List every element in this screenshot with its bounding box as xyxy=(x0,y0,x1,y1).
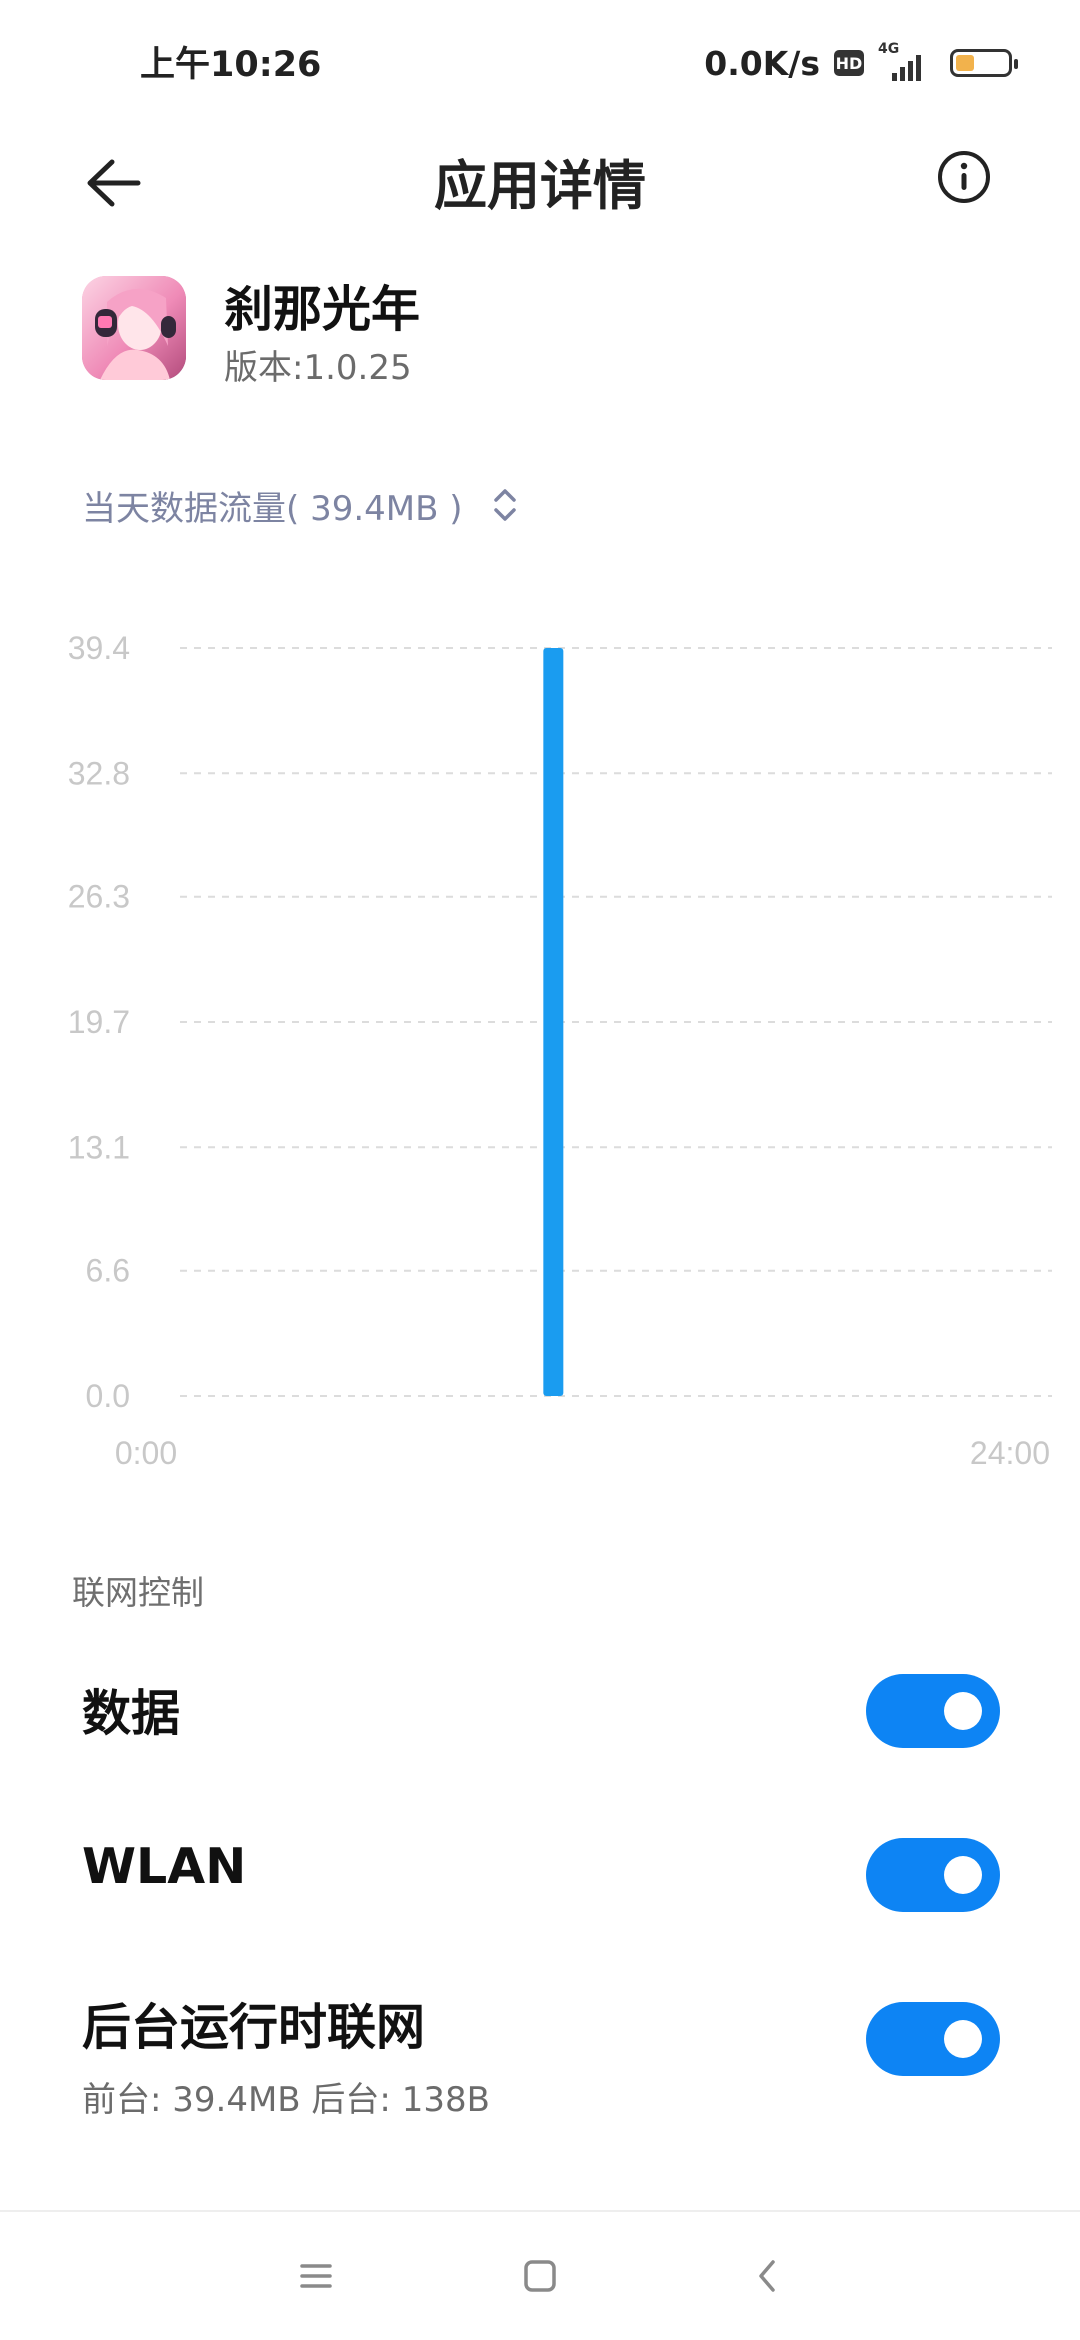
y-tick-label: 0.0 xyxy=(86,1378,130,1414)
app-avatar-artwork xyxy=(82,276,186,380)
navigation-bar xyxy=(0,2212,1080,2340)
network-row-background-label: 后台运行时联网 xyxy=(82,1999,426,2056)
system-back-button[interactable] xyxy=(742,2250,794,2302)
usage-label: 当天数据流量( 39.4MB ) xyxy=(82,488,463,529)
y-tick-label: 19.7 xyxy=(68,1004,130,1040)
hd-badge: HD xyxy=(834,50,864,76)
background-network-toggle[interactable] xyxy=(866,2002,1000,2076)
signal-bars-icon xyxy=(892,55,921,81)
home-button[interactable] xyxy=(514,2250,566,2302)
x-tick-label: 0:00 xyxy=(115,1435,177,1471)
back-icon xyxy=(759,2260,775,2292)
x-tick-label: 24:00 xyxy=(970,1435,1050,1471)
page-title: 应用详情 xyxy=(434,156,646,217)
menu-button[interactable] xyxy=(290,2250,342,2302)
data-usage-chart: 39.4 32.8 26.3 19.7 13.1 6.6 0.0 0:00 24:00 xyxy=(0,600,1080,1520)
network-row-wlan[interactable]: WLAN xyxy=(82,1838,1000,1948)
wlan-toggle[interactable] xyxy=(866,1838,1000,1912)
toggle-knob xyxy=(944,2020,982,2058)
toggle-knob xyxy=(944,1856,982,1894)
home-icon xyxy=(524,2260,556,2292)
network-row-data-label: 数据 xyxy=(82,1685,181,1742)
app-name: 刹那光年 xyxy=(224,281,421,338)
chevron-up-down-icon xyxy=(493,489,516,521)
background-usage-summary: 前台: 39.4MB 后台: 138B xyxy=(82,2080,490,2120)
network-control-title: 联网控制 xyxy=(72,1573,204,1612)
cellular-signal-icon: 4G xyxy=(878,41,936,83)
info-circle-icon xyxy=(938,151,990,203)
menu-icon xyxy=(300,2264,332,2288)
usage-period-selector[interactable]: 当天数据流量( 39.4MB ) xyxy=(82,480,519,530)
toggle-knob xyxy=(944,1692,982,1730)
info-button[interactable] xyxy=(936,149,992,205)
y-tick-label: 32.8 xyxy=(68,755,130,791)
header: 应用详情 xyxy=(0,124,1080,244)
network-row-data[interactable]: 数据 xyxy=(82,1674,1000,1784)
status-time: 上午10:26 xyxy=(140,45,322,85)
battery-icon xyxy=(950,49,1018,77)
status-bar: 上午10:26 0.0K/s HD 4G xyxy=(0,0,1080,124)
y-tick-label: 39.4 xyxy=(68,630,130,666)
data-toggle[interactable] xyxy=(866,1674,1000,1748)
app-info: 刹那光年 版本:1.0.25 xyxy=(82,276,982,388)
app-icon xyxy=(82,276,186,380)
y-tick-label: 13.1 xyxy=(68,1129,130,1165)
battery-level-fill xyxy=(956,55,974,71)
network-row-background[interactable]: 后台运行时联网 前台: 39.4MB 后台: 138B xyxy=(82,1988,1000,2120)
status-icons: 0.0K/s HD 4G xyxy=(704,40,1018,86)
network-speed: 0.0K/s xyxy=(704,43,820,83)
usage-bar xyxy=(543,648,564,1396)
y-tick-label: 26.3 xyxy=(68,879,130,915)
network-row-wlan-label: WLAN xyxy=(82,1838,247,1895)
y-tick-label: 6.6 xyxy=(86,1253,130,1289)
chart-svg: 39.4 32.8 26.3 19.7 13.1 6.6 0.0 0:00 24:00 xyxy=(68,630,1052,1471)
app-version: 版本:1.0.25 xyxy=(224,348,412,388)
